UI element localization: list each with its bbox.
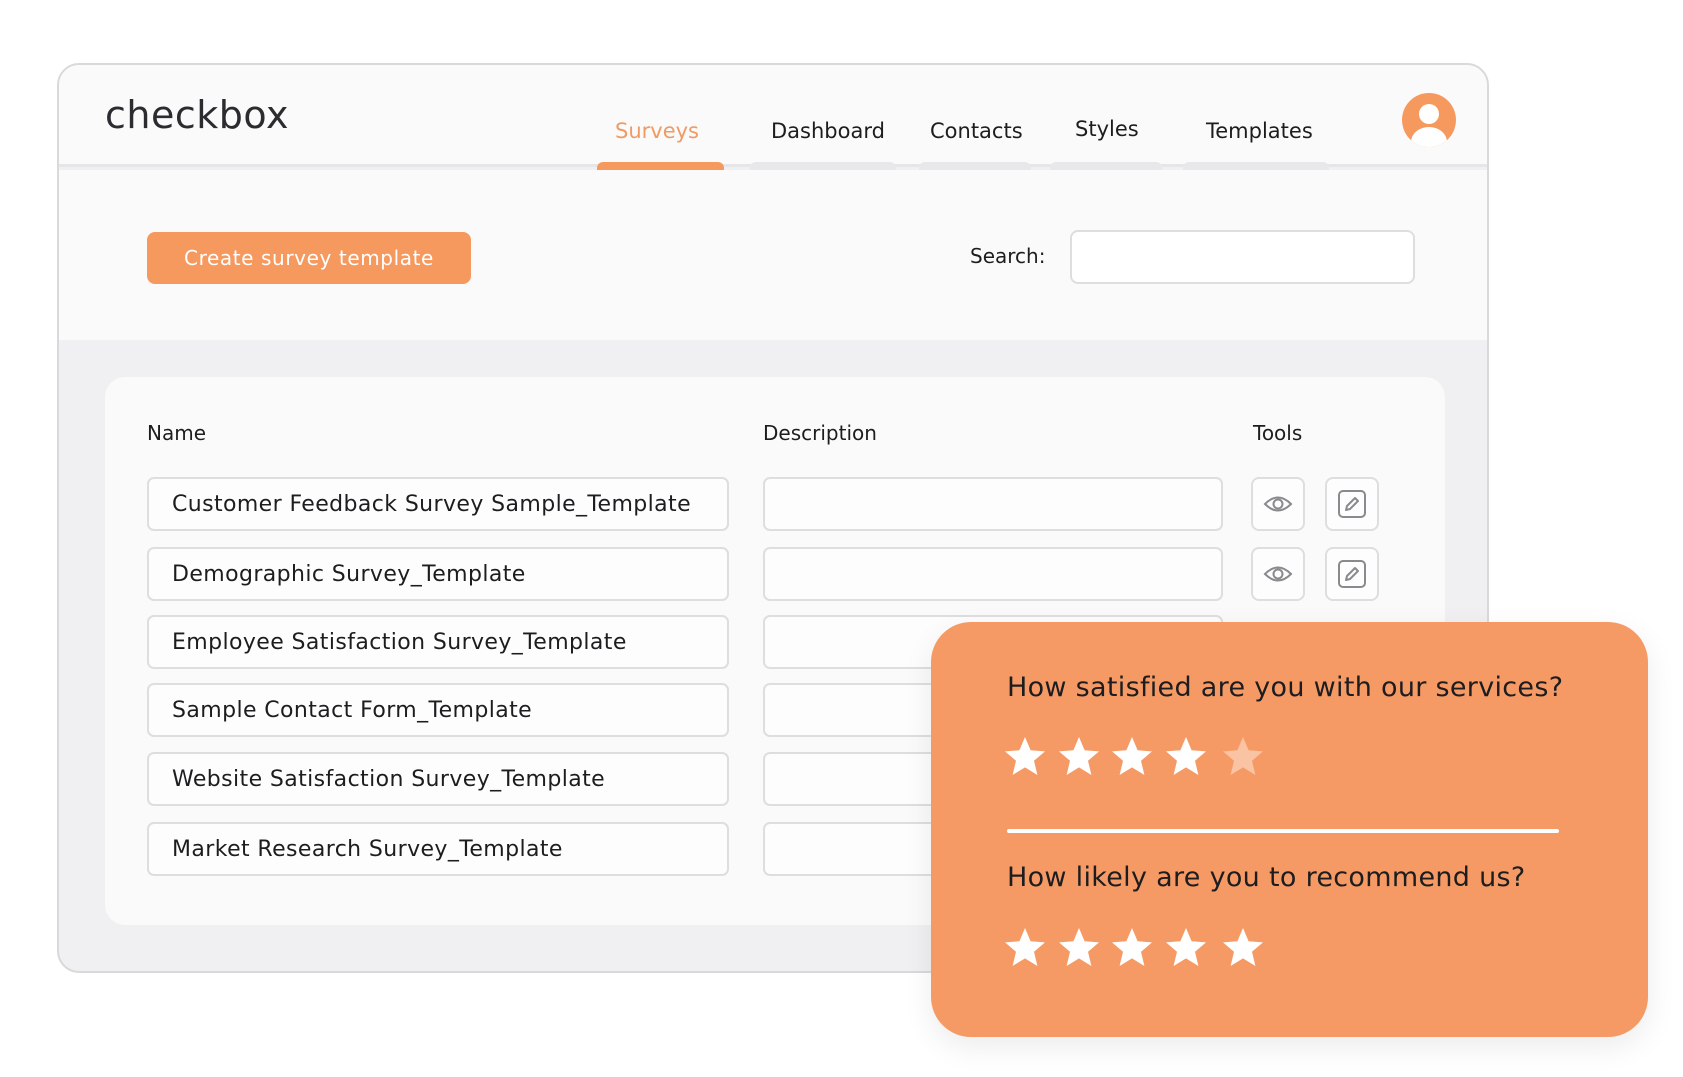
template-name-cell[interactable]: Website Satisfaction Survey_Template xyxy=(147,752,729,806)
tab-styles-indicator xyxy=(1050,162,1162,170)
star-filled-icon[interactable] xyxy=(1003,735,1047,779)
table-row: Customer Feedback Survey Sample_Template xyxy=(105,477,1445,531)
star-filled-icon[interactable] xyxy=(1110,926,1154,970)
header: checkbox Surveys Dashboard Contacts Styl… xyxy=(59,65,1487,170)
star-filled-icon[interactable] xyxy=(1057,735,1101,779)
search-label: Search: xyxy=(970,244,1046,268)
create-survey-template-button[interactable]: Create survey template xyxy=(147,232,471,284)
table-row: Demographic Survey_Template xyxy=(105,547,1445,601)
template-name-cell[interactable]: Customer Feedback Survey Sample_Template xyxy=(147,477,729,531)
eye-icon xyxy=(1263,566,1293,582)
star-filled-icon[interactable] xyxy=(1164,926,1208,970)
template-name-cell[interactable]: Sample Contact Form_Template xyxy=(147,683,729,737)
rating-card: How satisfied are you with our services?… xyxy=(931,622,1648,1037)
tab-dashboard[interactable]: Dashboard xyxy=(771,119,885,143)
toolbar: Create survey template Search: xyxy=(59,170,1487,340)
user-avatar[interactable] xyxy=(1402,93,1456,147)
view-button[interactable] xyxy=(1251,547,1305,601)
main-nav: Surveys Dashboard Contacts Styles Templa… xyxy=(59,65,1487,170)
tab-surveys[interactable]: Surveys xyxy=(615,119,699,143)
star-filled-icon[interactable] xyxy=(1164,735,1208,779)
avatar-body xyxy=(1411,127,1447,147)
tab-templates-indicator xyxy=(1183,162,1329,170)
star-filled-icon[interactable] xyxy=(1110,735,1154,779)
tab-contacts-indicator xyxy=(919,162,1031,170)
template-name-cell[interactable]: Market Research Survey_Template xyxy=(147,822,729,876)
eye-icon xyxy=(1263,496,1293,512)
avatar-head xyxy=(1419,104,1439,124)
star-filled-icon[interactable] xyxy=(1221,926,1265,970)
column-header-name: Name xyxy=(147,421,207,445)
template-description-cell[interactable] xyxy=(763,477,1223,531)
tab-dashboard-indicator xyxy=(750,162,896,170)
star-filled-icon[interactable] xyxy=(1057,926,1101,970)
search-input[interactable] xyxy=(1070,230,1415,284)
view-button[interactable] xyxy=(1251,477,1305,531)
edit-icon xyxy=(1338,560,1366,588)
template-name-cell[interactable]: Demographic Survey_Template xyxy=(147,547,729,601)
question-satisfaction: How satisfied are you with our services? xyxy=(1007,672,1564,703)
star-empty-icon[interactable] xyxy=(1221,735,1265,779)
edit-button[interactable] xyxy=(1325,547,1379,601)
column-header-description: Description xyxy=(763,421,877,445)
edit-button[interactable] xyxy=(1325,477,1379,531)
divider xyxy=(1007,829,1559,833)
tab-styles[interactable]: Styles xyxy=(1075,117,1139,141)
template-name-cell[interactable]: Employee Satisfaction Survey_Template xyxy=(147,615,729,669)
question-recommend: How likely are you to recommend us? xyxy=(1007,862,1526,893)
column-header-tools: Tools xyxy=(1253,421,1303,445)
tab-surveys-indicator xyxy=(597,162,724,170)
template-description-cell[interactable] xyxy=(763,547,1223,601)
star-filled-icon[interactable] xyxy=(1003,926,1047,970)
edit-icon xyxy=(1338,490,1366,518)
tab-contacts[interactable]: Contacts xyxy=(930,119,1023,143)
tab-templates[interactable]: Templates xyxy=(1206,119,1313,143)
